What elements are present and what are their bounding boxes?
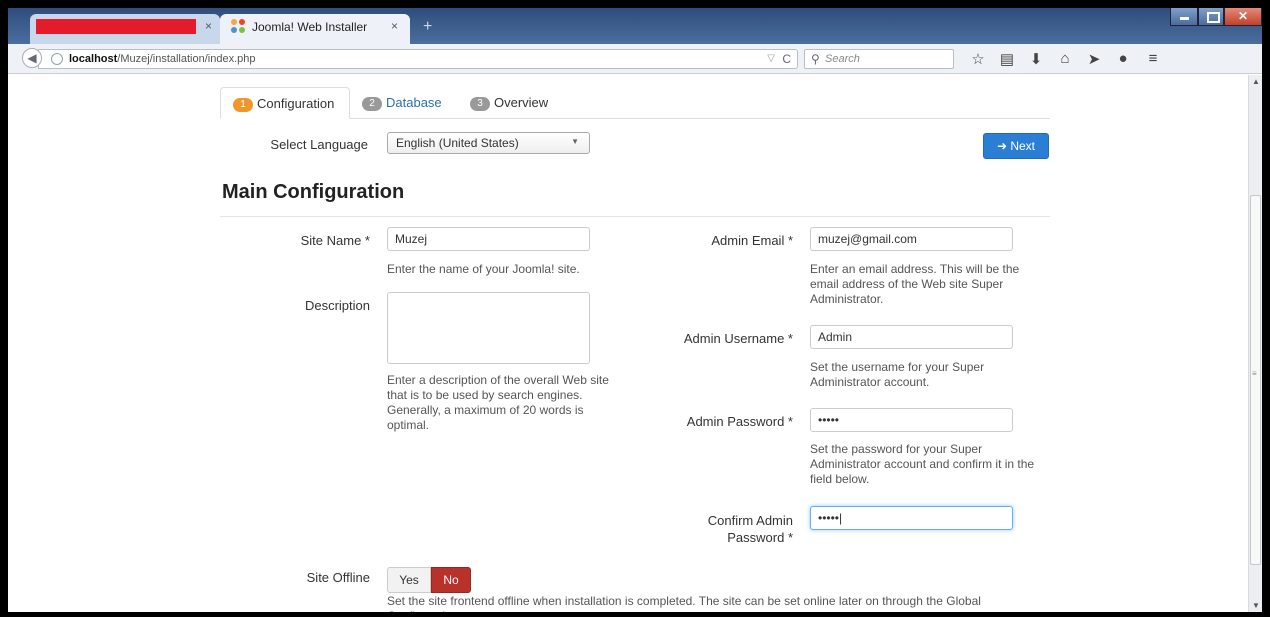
tab-joomla-installer[interactable]: Joomla! Web Installer ×	[220, 14, 410, 44]
next-button[interactable]: ➜ Next	[983, 133, 1049, 159]
reading-list-icon[interactable]: ▤	[998, 50, 1016, 68]
admin-password-input[interactable]: •••••	[810, 408, 1013, 432]
language-select[interactable]: English (United States) ▼	[387, 132, 590, 154]
site-offline-label: Site Offline	[306, 570, 370, 585]
send-icon[interactable]: ➤	[1085, 50, 1103, 68]
address-bar[interactable]: localhost/Muzej/installation/index.php ▽…	[38, 49, 798, 69]
divider	[220, 216, 1050, 217]
page-title: Main Configuration	[222, 181, 405, 203]
search-input[interactable]: ⚲ Search	[804, 49, 954, 69]
confirm-password-label: Confirm Admin Password *	[707, 513, 793, 545]
vertical-scrollbar[interactable]: ▲ ≡ ▼	[1248, 75, 1262, 612]
browser-window: × Joomla! Web Installer × + ✕ localhost/…	[8, 8, 1262, 612]
download-icon[interactable]: ⬇	[1027, 50, 1045, 68]
step-label: Configuration	[257, 96, 335, 111]
globe-icon	[51, 53, 63, 65]
url-text: localhost/Muzej/installation/index.php	[69, 53, 256, 65]
page-content: 1 Configuration 2 Database 3 Overview Selec…	[8, 75, 1248, 612]
new-tab-button[interactable]: +	[423, 18, 432, 36]
language-value: English (United States)	[396, 136, 519, 150]
description-help: Enter a description of the overall Web s…	[387, 373, 609, 432]
install-steps: 1 Configuration 2 Database 3 Overview	[220, 87, 1050, 119]
tab-database[interactable]: 2 Database	[362, 87, 442, 119]
scroll-up-icon[interactable]: ▲	[1252, 77, 1260, 86]
step-number: 2	[362, 96, 382, 111]
admin-email-label: Admin Email *	[711, 233, 793, 248]
admin-username-input[interactable]: Admin	[810, 325, 1013, 349]
admin-password-label: Admin Password *	[686, 414, 793, 429]
step-label: Database	[386, 95, 442, 110]
tab-redacted[interactable]: ×	[30, 14, 220, 44]
reload-icon[interactable]: C	[782, 52, 791, 66]
site-offline-help: Set the site frontend offline when insta…	[387, 594, 981, 612]
scroll-down-icon[interactable]: ▼	[1252, 601, 1260, 610]
star-icon[interactable]: ☆	[969, 50, 987, 68]
grip-icon: ≡	[1252, 369, 1257, 378]
close-window-button[interactable]: ✕	[1224, 8, 1262, 26]
home-icon[interactable]: ⌂	[1056, 50, 1074, 67]
confirm-password-input[interactable]: •••••|	[810, 506, 1013, 530]
close-tab-icon[interactable]: ×	[205, 19, 212, 33]
chevron-down-icon: ▼	[571, 137, 579, 146]
description-textarea[interactable]	[387, 292, 590, 364]
site-name-label: Site Name *	[300, 233, 370, 248]
offline-no-button[interactable]: No	[431, 567, 471, 593]
step-number: 3	[470, 96, 490, 111]
tab-title: Joomla! Web Installer	[252, 20, 368, 34]
tab-bar: × Joomla! Web Installer × + ✕	[8, 8, 1262, 44]
url-dropdown-icon[interactable]: ▽	[767, 53, 775, 64]
tab-overview[interactable]: 3 Overview	[470, 87, 548, 119]
site-name-help: Enter the name of your Joomla! site.	[387, 262, 580, 276]
step-label: Overview	[494, 95, 549, 110]
menu-icon[interactable]: ≡	[1144, 50, 1162, 67]
close-tab-icon[interactable]: ×	[391, 19, 398, 33]
admin-email-help: Enter an email address. This will be the…	[810, 262, 1020, 306]
minimize-button[interactable]	[1170, 8, 1198, 26]
tab-configuration[interactable]: 1 Configuration	[220, 87, 350, 119]
admin-username-help: Set the username for your Super Administ…	[810, 360, 985, 389]
admin-password-help: Set the password for your Super Administ…	[810, 442, 1035, 486]
back-button[interactable]: ◀	[22, 48, 42, 68]
admin-email-input[interactable]: muzej@gmail.com	[810, 227, 1013, 251]
language-label: Select Language	[270, 137, 368, 152]
description-label: Description	[304, 298, 370, 313]
step-number: 1	[233, 97, 253, 112]
navigation-bar: localhost/Muzej/installation/index.php ▽…	[8, 44, 1262, 74]
offline-yes-button[interactable]: Yes	[387, 567, 431, 593]
redacted-tab-title	[36, 19, 196, 34]
chat-icon[interactable]: ●	[1114, 50, 1132, 67]
admin-username-label: Admin Username *	[683, 331, 793, 346]
search-placeholder: Search	[825, 53, 860, 65]
search-icon: ⚲	[811, 52, 820, 66]
site-name-input[interactable]: Muzej	[387, 227, 590, 251]
maximize-button[interactable]	[1198, 8, 1224, 26]
joomla-logo-icon	[231, 19, 245, 33]
scrollbar-thumb[interactable]	[1250, 195, 1261, 565]
